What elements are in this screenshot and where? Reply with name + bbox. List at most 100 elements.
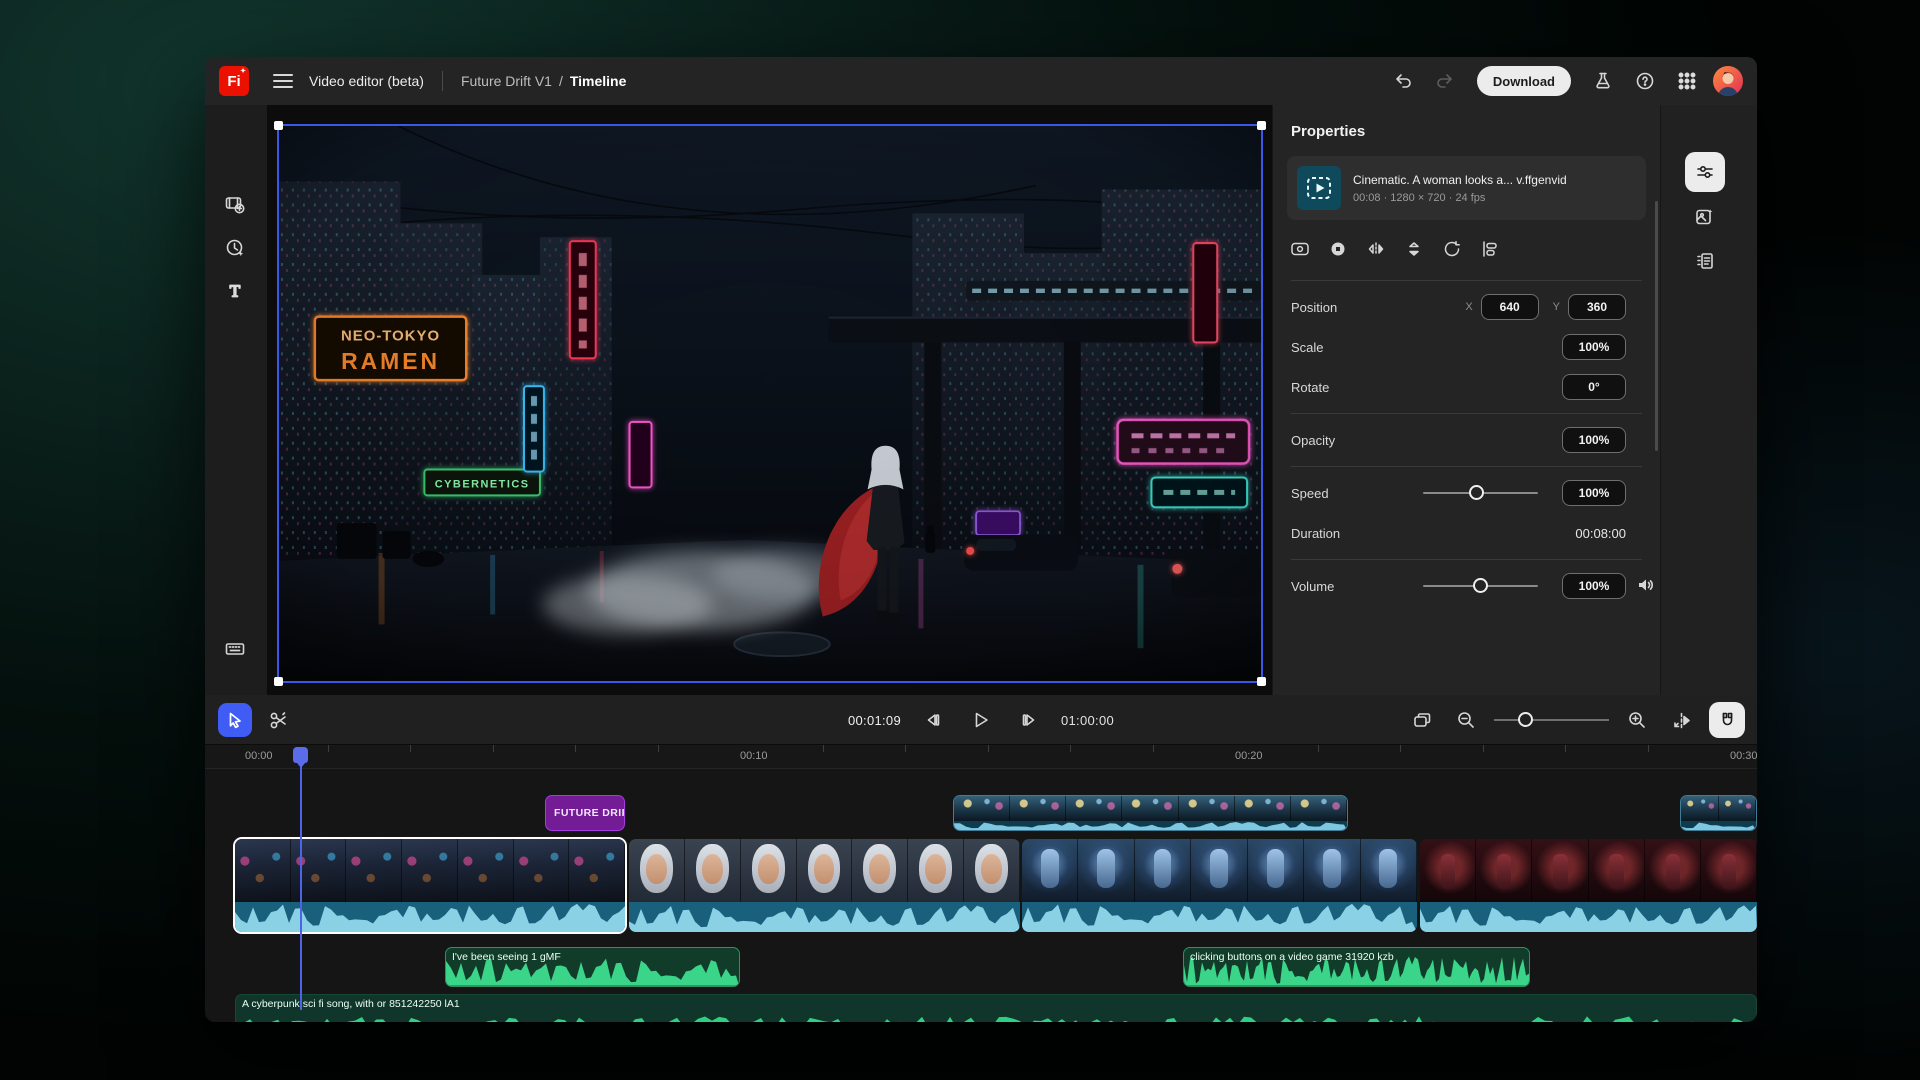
fit-timeline-button[interactable] [1406, 704, 1438, 736]
redo-button[interactable] [1429, 65, 1461, 97]
playhead-handle[interactable] [293, 747, 308, 763]
scale-row: Scale 100% [1273, 327, 1660, 367]
clip-thumbnail-frame [1719, 796, 1757, 821]
clip-thumbnail-frame [458, 839, 514, 902]
volume-input[interactable]: 100% [1562, 573, 1626, 599]
add-media-button[interactable] [219, 189, 251, 221]
video-clip-4[interactable] [1420, 839, 1757, 932]
resize-handle-bottom-left[interactable] [274, 677, 283, 686]
rotate-input[interactable]: 0° [1562, 374, 1626, 400]
overlay-video-clip[interactable] [953, 795, 1348, 831]
fit-frame-button[interactable] [1285, 234, 1315, 264]
snap-toggle-button[interactable] [1709, 702, 1745, 738]
scale-input[interactable]: 100% [1562, 334, 1626, 360]
sfx-clip-1[interactable]: I've been seeing 1 gMF [445, 947, 740, 987]
position-x-input[interactable]: 640 [1481, 294, 1539, 320]
split-at-playhead-button[interactable] [1665, 704, 1697, 736]
resize-handle-top-right[interactable] [1257, 121, 1266, 130]
properties-tab-button[interactable] [1685, 152, 1725, 192]
captions-panel-button[interactable] [1685, 241, 1725, 281]
keyboard-icon [224, 638, 246, 660]
clip-tools [1273, 220, 1660, 274]
hamburger-menu-icon[interactable] [273, 74, 293, 88]
sfx-clip-1-label: I've been seeing 1 gMF [452, 951, 561, 963]
clip-thumbnail-frame [1645, 839, 1701, 902]
flask-icon [1593, 71, 1613, 91]
ruler-tick [1318, 745, 1319, 752]
breadcrumb-project[interactable]: Future Drift V1 [461, 73, 552, 89]
rotate-row: Rotate 0° [1273, 367, 1660, 407]
video-preview[interactable]: NEO-TOKYO RAMEN CYBERNETICS [277, 124, 1263, 683]
firefly-logo[interactable]: Fi✦ [219, 66, 249, 96]
ruler-tick [988, 745, 989, 752]
sfx-clip-2[interactable]: clicking buttons on a video game 31920 k… [1183, 947, 1530, 987]
zoom-out-button[interactable] [1450, 704, 1482, 736]
play-button[interactable] [965, 704, 997, 736]
clip-thumbnail-frame [1179, 796, 1235, 821]
sliders-icon [1694, 161, 1716, 183]
mute-button[interactable] [1636, 576, 1654, 599]
flip-vertical-button[interactable] [1399, 234, 1429, 264]
clip-thumbnail-frame [1420, 839, 1476, 902]
mask-button[interactable] [1323, 234, 1353, 264]
clock-sparkle-icon [224, 237, 246, 259]
clip-thumbnail-frame [1022, 839, 1078, 902]
rotate-button[interactable] [1437, 234, 1467, 264]
help-button[interactable] [1629, 65, 1661, 97]
selected-clip-card[interactable]: Cinematic. A woman looks a... v.ffgenvid… [1287, 156, 1646, 220]
resize-handle-bottom-right[interactable] [1257, 677, 1266, 686]
timeline-section: 00:01:09 01:00:00 [205, 695, 1757, 1022]
ruler-tick [410, 745, 411, 752]
speed-input[interactable]: 100% [1562, 480, 1626, 506]
text-tool-button[interactable]: T [219, 275, 251, 307]
properties-panel: Properties Cinematic. A woman looks a...… [1272, 105, 1660, 695]
next-frame-button[interactable] [1013, 704, 1045, 736]
properties-scrollbar[interactable] [1655, 201, 1658, 451]
avatar-illustration [1713, 66, 1743, 96]
clip-thumbnail-frame [1291, 796, 1347, 821]
avatar[interactable] [1713, 66, 1743, 96]
next-frame-icon [1019, 710, 1039, 730]
previous-frame-button[interactable] [917, 704, 949, 736]
speed-slider[interactable] [1423, 485, 1538, 501]
position-y-input[interactable]: 360 [1568, 294, 1626, 320]
volume-slider[interactable] [1423, 578, 1538, 594]
opacity-row: Opacity 100% [1273, 420, 1660, 460]
ruler-tick [493, 745, 494, 752]
music-clip[interactable]: A cyberpunk sci fi song, with or 8512422… [235, 994, 1757, 1022]
align-button[interactable] [1475, 234, 1505, 264]
video-clip-3[interactable] [1022, 839, 1417, 932]
title-clip[interactable]: FUTURE DRIF [545, 795, 625, 831]
timeline-ruler[interactable]: 00:0000:1000:2000:30 [205, 745, 1757, 769]
ruler-tick [658, 745, 659, 752]
beta-feedback-button[interactable] [1587, 65, 1619, 97]
generate-panel-button[interactable] [1685, 197, 1725, 237]
video-clip-1-selected[interactable] [235, 839, 625, 932]
clip-thumbnail-frame [1476, 839, 1532, 902]
overlay-video-clip-2[interactable] [1680, 795, 1757, 831]
video-clip-2[interactable] [629, 839, 1020, 932]
clip-thumbnail-frame [235, 839, 291, 902]
scissors-icon [268, 710, 289, 731]
select-tool-button[interactable] [218, 703, 252, 737]
timeline-zoom-slider[interactable] [1494, 712, 1609, 728]
download-button[interactable]: Download [1477, 66, 1571, 96]
flip-horizontal-button[interactable] [1361, 234, 1391, 264]
split-tool-button[interactable] [262, 704, 294, 736]
ruler-tick [1565, 745, 1566, 752]
clip-thumbnail-frame [1235, 796, 1291, 821]
clip-thumbnail-frame [964, 839, 1020, 902]
ruler-label: 00:10 [740, 750, 768, 762]
generate-history-button[interactable] [219, 232, 251, 264]
keyboard-shortcuts-button[interactable] [219, 633, 251, 665]
zoom-in-button[interactable] [1621, 704, 1653, 736]
music-track: A cyberpunk sci fi song, with or 8512422… [205, 994, 1757, 1022]
duration-value: 00:08:00 [1575, 526, 1626, 541]
clip-thumbnail-frame [1701, 839, 1757, 902]
undo-button[interactable] [1387, 65, 1419, 97]
apps-grid-button[interactable] [1671, 65, 1703, 97]
resize-handle-top-left[interactable] [274, 121, 283, 130]
opacity-input[interactable]: 100% [1562, 427, 1626, 453]
ruler-tick [1400, 745, 1401, 752]
clip-thumbnail-frame [1078, 839, 1134, 902]
